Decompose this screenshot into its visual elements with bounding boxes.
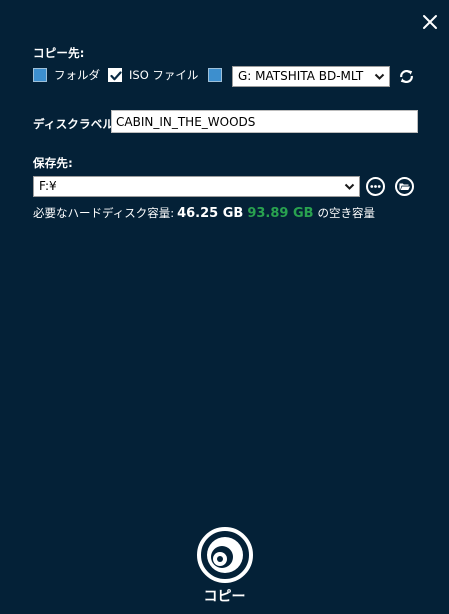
drive-select[interactable]: G: MATSHITA BD-MLT <box>232 66 390 87</box>
close-button[interactable] <box>421 13 439 31</box>
copy-destination-label: コピー先: <box>33 46 85 60</box>
folder-label: フォルダ <box>54 68 100 82</box>
disc-label-label: ディスクラベル: <box>33 117 119 131</box>
checkmark-icon <box>110 71 122 81</box>
save-to-label: 保存先: <box>33 156 73 170</box>
free-space-suffix: の空き容量 <box>317 206 376 220</box>
folder-open-icon <box>399 183 410 190</box>
open-folder-button[interactable] <box>395 177 414 196</box>
folder-checkbox[interactable] <box>33 68 47 82</box>
save-path-value: F:¥ <box>39 179 57 193</box>
iso-file-checkbox[interactable] <box>108 68 122 82</box>
disc-label-input[interactable] <box>111 110 418 133</box>
more-options-button[interactable] <box>366 177 385 196</box>
disc-copy-icon <box>197 527 253 583</box>
save-path-select[interactable]: F:¥ <box>33 176 360 197</box>
chevron-down-icon <box>374 73 385 80</box>
disk-space-label: 必要なハードディスク容量: <box>33 206 175 220</box>
drive-select-value: G: MATSHITA BD-MLT <box>238 69 364 83</box>
copy-button[interactable] <box>196 526 254 584</box>
close-icon <box>423 15 437 29</box>
ellipsis-icon <box>370 185 381 188</box>
iso-file-label: ISO ファイル <box>129 68 199 82</box>
chevron-down-icon <box>344 183 355 190</box>
free-space-value: 93.89 GB <box>247 206 314 221</box>
refresh-button[interactable] <box>398 68 415 85</box>
required-space-value: 46.25 GB <box>177 206 244 221</box>
drive-checkbox[interactable] <box>208 68 222 82</box>
copy-button-label: コピー <box>203 589 246 605</box>
refresh-icon <box>400 69 413 84</box>
disk-space-info: 必要なハードディスク容量: 46.25 GB 93.89 GB の空き容量 <box>33 205 375 221</box>
